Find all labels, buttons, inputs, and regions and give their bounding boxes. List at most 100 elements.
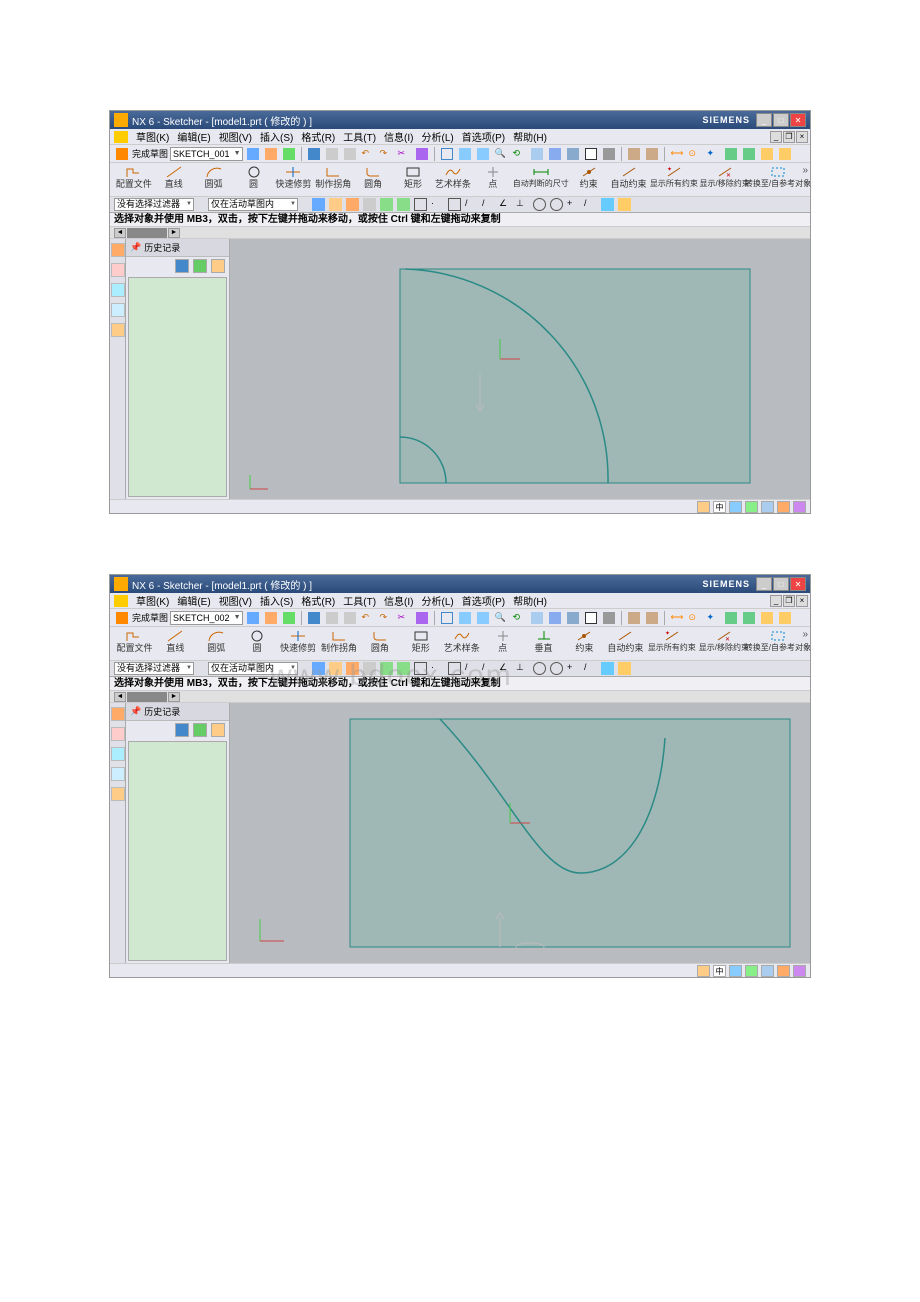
orient-icon[interactable] bbox=[245, 610, 261, 626]
offset-icon[interactable]: ⊙ bbox=[687, 146, 703, 162]
profile-button[interactable]: 配置文件 bbox=[114, 165, 154, 197]
minimize-button[interactable]: _ bbox=[756, 113, 772, 127]
autodim-button[interactable]: 自动判断的尺寸 bbox=[513, 165, 569, 197]
expand-toolbar-icon[interactable]: » bbox=[802, 629, 808, 640]
history-tool-2[interactable] bbox=[193, 259, 207, 273]
menu-format[interactable]: 格式(R) bbox=[301, 129, 335, 144]
zoom-area-icon[interactable] bbox=[457, 146, 473, 162]
mdi-minimize[interactable]: _ bbox=[770, 131, 782, 143]
sel-icon-2[interactable] bbox=[329, 198, 342, 211]
intersect-icon[interactable] bbox=[741, 610, 757, 626]
menu-edit[interactable]: 编辑(E) bbox=[177, 593, 210, 608]
maximize-button[interactable]: □ bbox=[773, 577, 789, 591]
pattern-icon[interactable]: ✦ bbox=[705, 610, 721, 626]
expand-toolbar-icon[interactable]: » bbox=[802, 165, 808, 176]
sel-icon-8[interactable] bbox=[601, 198, 614, 211]
copy-icon[interactable] bbox=[324, 146, 340, 162]
vertical-button[interactable]: 垂直 bbox=[523, 629, 564, 661]
project-icon[interactable] bbox=[723, 146, 739, 162]
extend-icon[interactable] bbox=[759, 610, 775, 626]
sel-plus-icon[interactable]: + bbox=[567, 662, 580, 675]
edit-display-icon[interactable] bbox=[644, 610, 660, 626]
status-lang[interactable]: 中 bbox=[713, 965, 726, 977]
filter-combo[interactable]: 没有选择过滤器 bbox=[114, 198, 194, 211]
close-button[interactable]: ✕ bbox=[790, 113, 806, 127]
reattach-icon[interactable] bbox=[263, 610, 279, 626]
paste-icon[interactable] bbox=[342, 146, 358, 162]
update-icon[interactable] bbox=[281, 146, 297, 162]
edit-display-icon[interactable] bbox=[644, 146, 660, 162]
line-button[interactable]: 直线 bbox=[155, 629, 196, 661]
menu-help[interactable]: 帮助(H) bbox=[513, 593, 547, 608]
layer-icon[interactable] bbox=[626, 610, 642, 626]
mdi-close[interactable]: × bbox=[796, 595, 808, 607]
offset-icon[interactable]: ⊙ bbox=[687, 610, 703, 626]
shaded-icon[interactable] bbox=[565, 146, 581, 162]
status-icon-6[interactable] bbox=[793, 965, 806, 977]
menu-icon[interactable] bbox=[114, 595, 128, 607]
command-finder-icon[interactable] bbox=[414, 610, 430, 626]
point-button[interactable]: 点 bbox=[473, 165, 513, 197]
graphics-canvas[interactable] bbox=[230, 703, 810, 963]
point-button[interactable]: 点 bbox=[482, 629, 523, 661]
quicktrim-button[interactable]: 快速修剪 bbox=[274, 165, 314, 197]
orient-icon[interactable] bbox=[245, 146, 261, 162]
sel-circle-icon[interactable] bbox=[533, 198, 546, 211]
pin-icon[interactable]: 📌 bbox=[130, 706, 141, 717]
sketch-name-combo[interactable]: SKETCH_002 bbox=[170, 611, 243, 625]
sel-icon-1[interactable] bbox=[312, 198, 325, 211]
sel-perp-icon[interactable]: ⊥ bbox=[516, 198, 529, 211]
status-icon-6[interactable] bbox=[793, 501, 806, 513]
rectangle-button[interactable]: 矩形 bbox=[400, 629, 441, 661]
view-front-icon[interactable] bbox=[529, 146, 545, 162]
mirror-icon[interactable]: ⟷ bbox=[669, 146, 685, 162]
status-icon-4[interactable] bbox=[761, 501, 774, 513]
history-tool-3[interactable] bbox=[211, 723, 225, 737]
menu-sketch[interactable]: 草图(K) bbox=[136, 129, 169, 144]
menu-edit[interactable]: 编辑(E) bbox=[177, 129, 210, 144]
layer-icon[interactable] bbox=[626, 146, 642, 162]
redo-icon[interactable]: ↷ bbox=[378, 146, 394, 162]
mirror-icon[interactable]: ⟷ bbox=[669, 610, 685, 626]
rotate-icon[interactable]: ⟲ bbox=[511, 146, 527, 162]
sel-icon-1[interactable] bbox=[312, 662, 325, 675]
corner-button[interactable]: 制作拐角 bbox=[313, 165, 353, 197]
reuse-icon[interactable] bbox=[111, 747, 125, 761]
wcs-icon[interactable] bbox=[601, 610, 617, 626]
sel-line-icon[interactable]: / bbox=[465, 662, 478, 675]
intersect-icon[interactable] bbox=[741, 146, 757, 162]
convert-button[interactable]: 转换至/自参考对象 bbox=[750, 629, 806, 661]
roles-icon[interactable] bbox=[111, 787, 125, 801]
extend-icon[interactable] bbox=[759, 146, 775, 162]
menu-view[interactable]: 视图(V) bbox=[219, 129, 252, 144]
constraint-button[interactable]: 约束 bbox=[564, 629, 605, 661]
sel-circle2-icon[interactable] bbox=[550, 662, 563, 675]
status-icon-2[interactable] bbox=[729, 501, 742, 513]
status-icon-4[interactable] bbox=[761, 965, 774, 977]
sel-perp-icon[interactable]: ⊥ bbox=[516, 662, 529, 675]
sel-icon-6[interactable] bbox=[397, 662, 410, 675]
history-tab-icon[interactable] bbox=[111, 303, 125, 317]
sel-icon-6[interactable] bbox=[397, 198, 410, 211]
undo-icon[interactable]: ↶ bbox=[360, 146, 376, 162]
autoconstraint-button[interactable]: 自动约束 bbox=[605, 629, 646, 661]
showall-button[interactable]: ✦显示所有约束 bbox=[649, 165, 700, 197]
status-icon-3[interactable] bbox=[745, 501, 758, 513]
sel-icon-7[interactable] bbox=[414, 662, 427, 675]
fit-icon[interactable] bbox=[439, 146, 455, 162]
fillet-button[interactable]: 圆角 bbox=[353, 165, 393, 197]
menu-tools[interactable]: 工具(T) bbox=[343, 129, 376, 144]
minimize-button[interactable]: _ bbox=[756, 577, 772, 591]
menu-prefs[interactable]: 首选项(P) bbox=[462, 593, 505, 608]
history-list[interactable] bbox=[128, 277, 227, 497]
sel-icon-2[interactable] bbox=[329, 662, 342, 675]
showremove-button[interactable]: ✕显示/移除约束 bbox=[698, 629, 750, 661]
sel-point-icon[interactable]: · bbox=[431, 662, 444, 675]
pin-icon[interactable]: 📌 bbox=[130, 242, 141, 253]
menu-insert[interactable]: 插入(S) bbox=[260, 129, 293, 144]
menu-sketch[interactable]: 草图(K) bbox=[136, 593, 169, 608]
sel-line2-icon[interactable]: / bbox=[482, 662, 495, 675]
rotate-icon[interactable]: ⟲ bbox=[511, 610, 527, 626]
autoconstraint-button[interactable]: 自动约束 bbox=[609, 165, 649, 197]
sel-rect-icon[interactable] bbox=[448, 198, 461, 211]
